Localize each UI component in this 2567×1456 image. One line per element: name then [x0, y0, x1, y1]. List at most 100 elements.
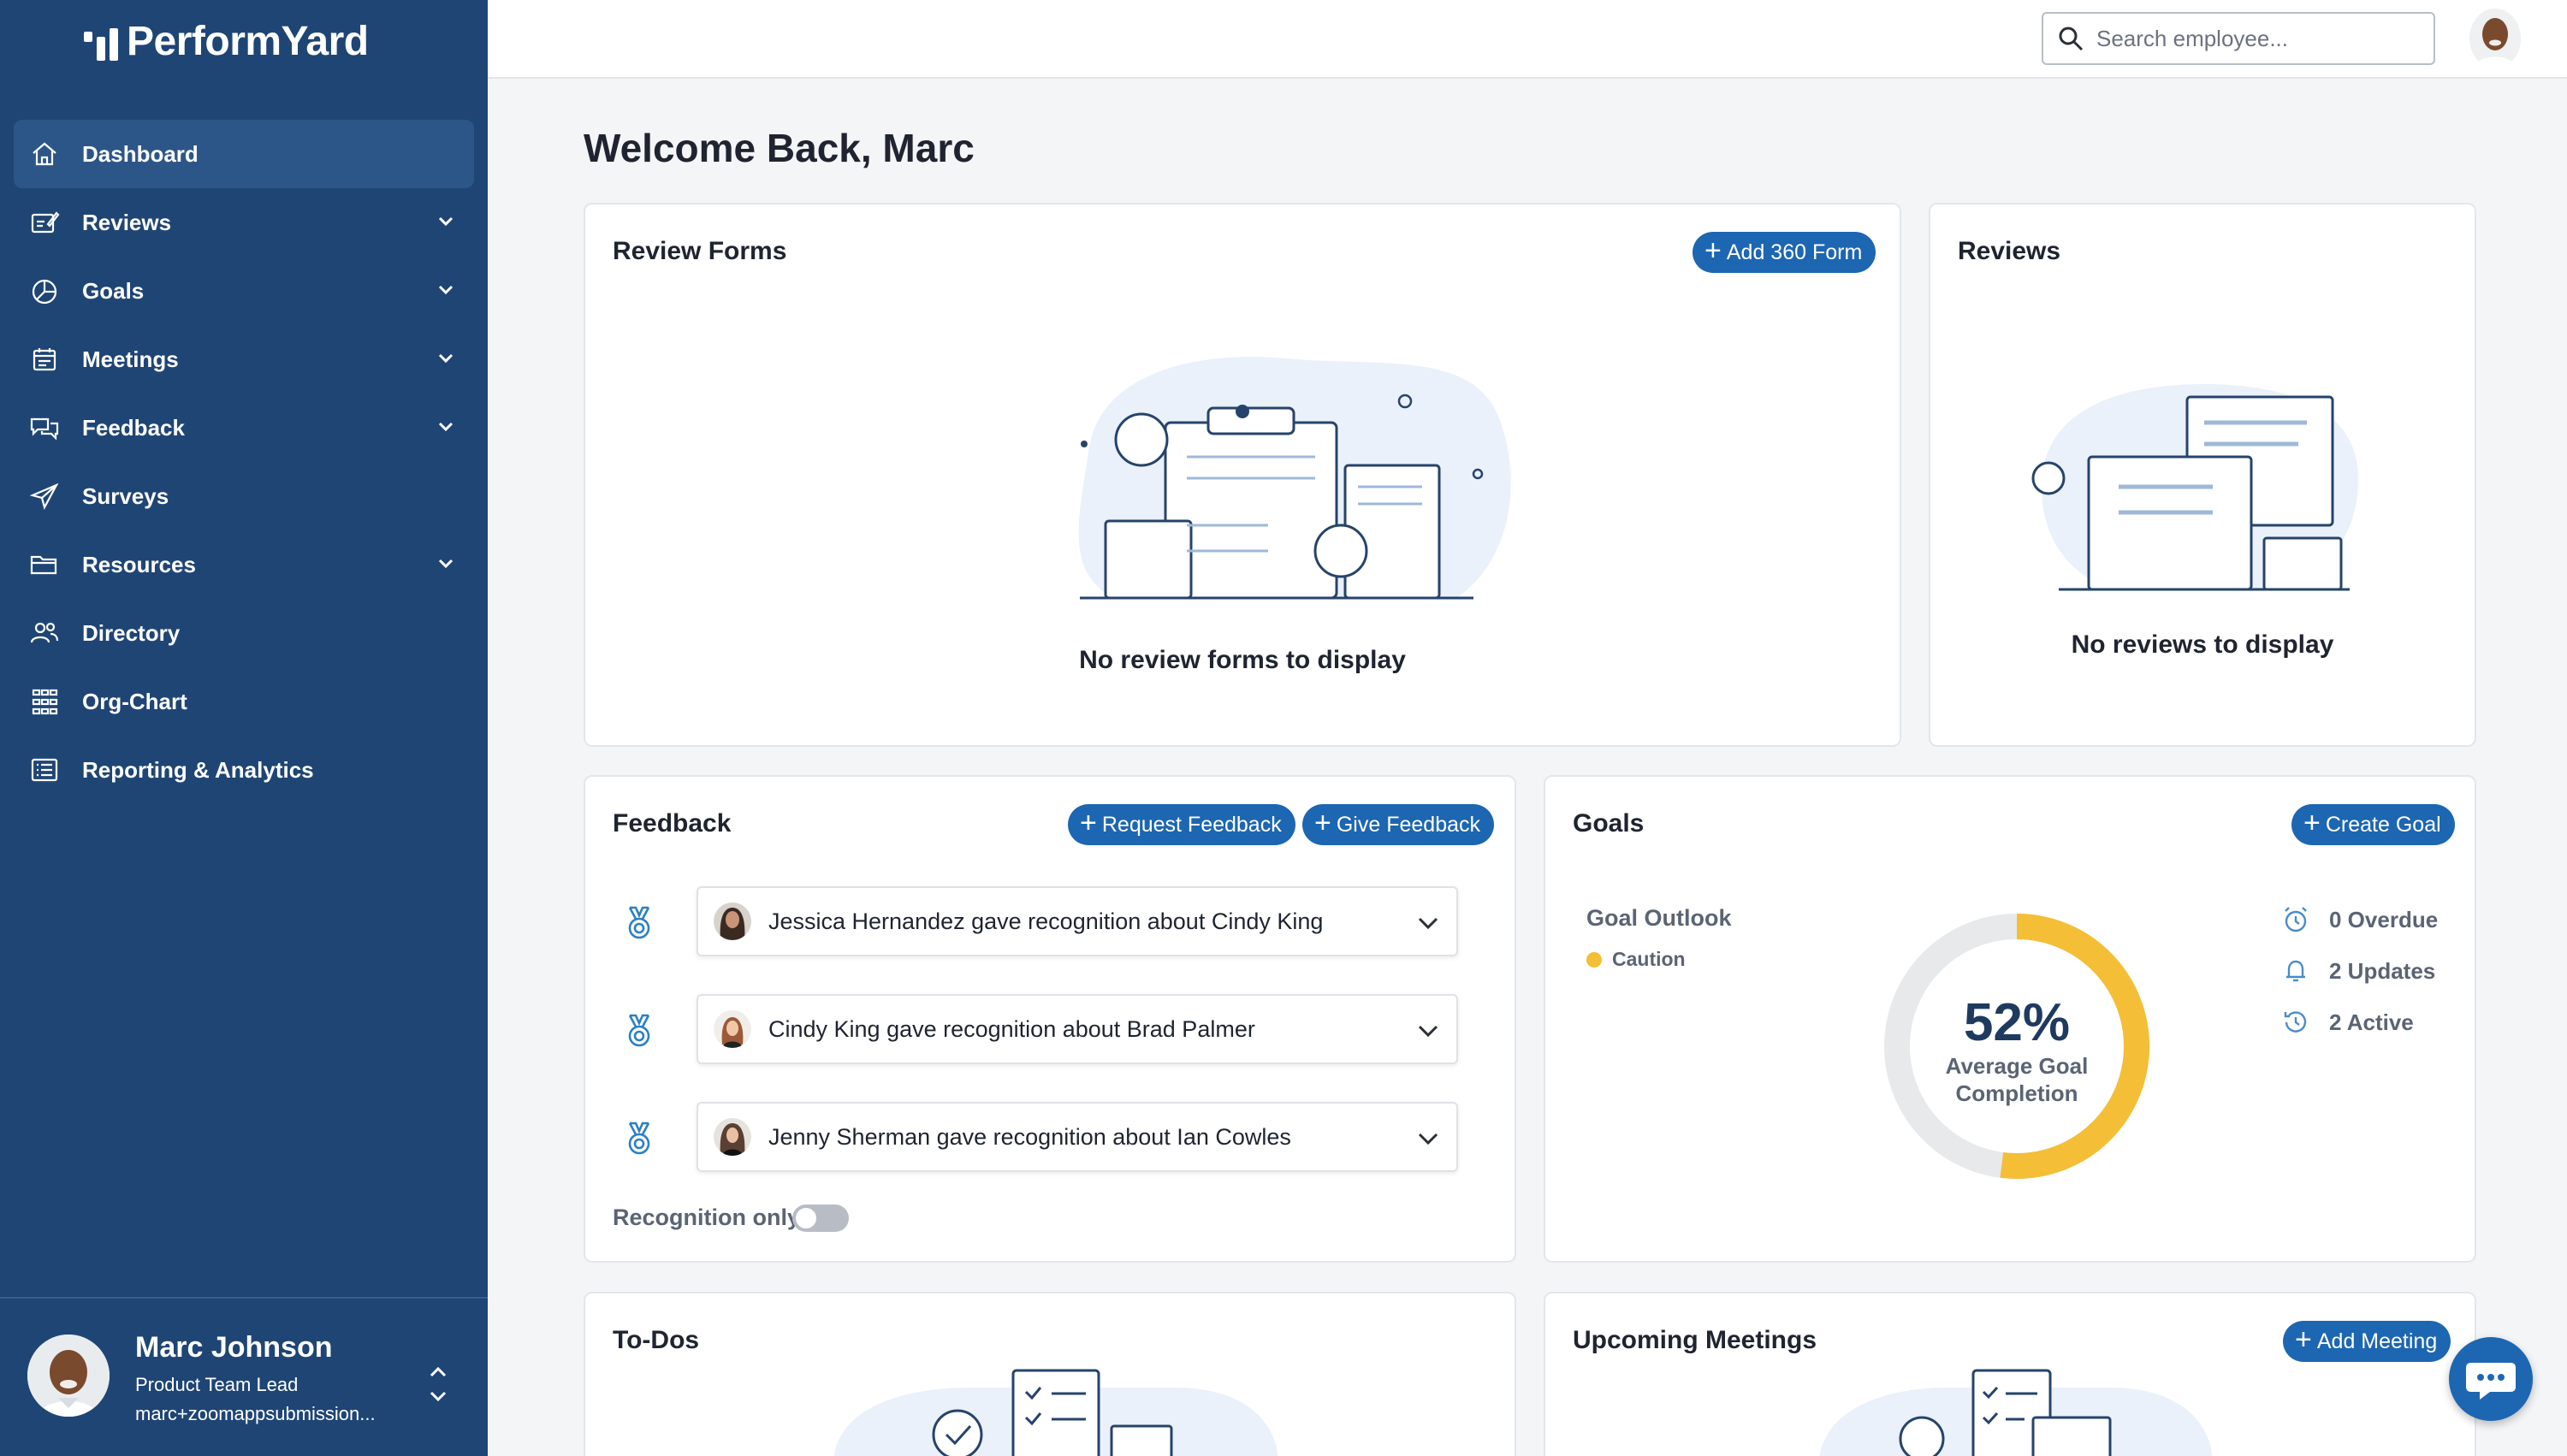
medal-icon [628, 1014, 650, 1047]
sidebar-item-meetings[interactable]: Meetings [14, 325, 474, 394]
sidebar-item-label: Surveys [82, 482, 169, 509]
create-goal-button[interactable]: + Create Goal [2291, 804, 2455, 845]
give-feedback-button[interactable]: + Give Feedback [1302, 804, 1494, 845]
user-email: marc+zoomappsubmission... [135, 1403, 376, 1424]
folder-icon [30, 555, 57, 575]
sidebar-item-label: Directory [82, 619, 181, 646]
goal-outlook-status: Caution [1586, 948, 1686, 971]
avatar[interactable] [2469, 9, 2521, 68]
sidebar-nav: Dashboard Reviews Goals Meetings Feedbac… [14, 120, 474, 804]
todos-illustration [833, 1369, 1278, 1456]
search-box[interactable] [2042, 12, 2435, 65]
goal-stat-active[interactable]: 2 Active [2281, 1008, 2414, 1037]
add-360-form-button[interactable]: + Add 360 Form [1693, 232, 1876, 273]
sidebar-item-label: Dashboard [82, 140, 199, 167]
request-feedback-button[interactable]: + Request Feedback [1068, 804, 1295, 845]
sidebar-item-label: Meetings [82, 346, 179, 372]
card-title: To-Dos [613, 1326, 700, 1354]
sidebar-item-reviews[interactable]: Reviews [14, 188, 474, 257]
plus-icon: + [1080, 807, 1097, 839]
sidebar-item-goals[interactable]: Goals [14, 257, 474, 325]
chat-bubbles-icon [30, 417, 59, 441]
button-label: Give Feedback [1336, 812, 1480, 837]
home-icon [33, 142, 56, 166]
goal-stat-label: 2 Active [2329, 1009, 2414, 1035]
plus-icon: + [2303, 807, 2321, 839]
user-title: Product Team Lead [135, 1374, 299, 1395]
sidebar-item-resources[interactable]: Resources [14, 530, 474, 599]
sidebar-item-label: Reporting & Analytics [82, 756, 314, 783]
plus-icon: + [1314, 807, 1331, 839]
reviews-card: Reviews No reviews to display [1929, 203, 2476, 747]
card-title: Reviews [1958, 237, 2061, 265]
card-title: Review Forms [613, 237, 787, 265]
plus-icon: + [1704, 234, 1722, 267]
caution-dot-icon [1586, 951, 1602, 968]
sidebar-item-label: Goals [82, 277, 145, 304]
history-icon [2284, 1011, 2307, 1033]
feedback-item-text: Cindy King gave recognition about Brad P… [768, 1015, 1255, 1042]
pie-chart-icon [32, 279, 57, 305]
org-chart-icon [32, 689, 58, 715]
report-icon [31, 758, 58, 782]
completion-label: Average Goal Completion [1876, 1052, 2158, 1107]
card-title: Goals [1573, 809, 1645, 837]
alarm-clock-icon [2285, 907, 2307, 932]
chevron-down-icon[interactable] [1415, 912, 1441, 934]
chat-support-button[interactable] [2449, 1337, 2533, 1421]
completion-label-line-1: Average Goal [1945, 1053, 2089, 1079]
search-input[interactable] [2096, 25, 2422, 52]
sidebar-item-label: Org-Chart [82, 688, 187, 714]
recognition-only-toggle[interactable] [792, 1204, 849, 1232]
logo-text: PerformYard [127, 18, 369, 64]
sidebar-item-directory[interactable]: Directory [14, 599, 474, 667]
sidebar-item-label: Resources [82, 551, 196, 577]
button-label: Add 360 Form [1726, 240, 1863, 264]
chevron-down-icon[interactable] [1415, 1128, 1441, 1150]
avatar [27, 1335, 110, 1417]
feedback-item[interactable]: Jessica Hernandez gave recognition about… [697, 886, 1458, 956]
sidebar-item-org-chart[interactable]: Org-Chart [14, 667, 474, 736]
review-icon [31, 211, 60, 234]
button-label: Add Meeting [2316, 1329, 2438, 1353]
feedback-item[interactable]: Cindy King gave recognition about Brad P… [697, 994, 1458, 1064]
empty-state-text: No review forms to display [1079, 646, 1406, 674]
sidebar-item-label: Feedback [82, 414, 185, 441]
chevron-down-icon[interactable] [1415, 1020, 1441, 1042]
chevron-down-icon [438, 422, 454, 432]
empty-review-forms-illustration [1078, 357, 1511, 600]
button-label: Create Goal [2325, 812, 2441, 837]
logo-mark-icon [84, 21, 118, 61]
sidebar: PerformYard Dashboard Reviews Goals Meet… [0, 0, 488, 1456]
sidebar-item-dashboard[interactable]: Dashboard [14, 120, 474, 188]
medal-icon [628, 906, 650, 939]
sidebar-item-feedback[interactable]: Feedback [14, 394, 474, 462]
chevron-up-down-icon[interactable] [426, 1358, 450, 1410]
chevron-down-icon [438, 216, 454, 227]
bell-icon [2286, 960, 2305, 982]
sidebar-item-surveys[interactable]: Surveys [14, 462, 474, 530]
avatar [714, 1118, 751, 1156]
performyard-logo[interactable]: PerformYard [84, 17, 369, 65]
empty-reviews-illustration [2031, 384, 2358, 591]
completion-percent: 52% [1963, 993, 2071, 1052]
goal-stat-label: 2 Updates [2329, 957, 2436, 984]
sidebar-user-profile[interactable]: Marc Johnson Product Team Lead marc+zoom… [0, 1297, 488, 1456]
feedback-item[interactable]: Jenny Sherman gave recognition about Ian… [697, 1102, 1458, 1172]
todos-card: To-Dos [584, 1292, 1516, 1456]
goal-stat-updates[interactable]: 2 Updates [2281, 956, 2435, 985]
medal-icon [628, 1122, 650, 1155]
sidebar-item-reporting-analytics[interactable]: Reporting & Analytics [14, 736, 474, 804]
page-title: Welcome Back, Marc [584, 126, 975, 170]
completion-label-line-2: Completion [1955, 1080, 2078, 1106]
chevron-down-icon [438, 559, 454, 569]
top-bar [488, 0, 2567, 79]
add-meeting-button[interactable]: + Add Meeting [2283, 1321, 2451, 1362]
goal-outlook-status-text: Caution [1612, 948, 1686, 970]
goal-outlook-label: Goal Outlook [1586, 905, 1732, 931]
chat-bubble-icon [2466, 1363, 2516, 1400]
recognition-only-label: Recognition only [613, 1204, 800, 1230]
goal-stat-overdue[interactable]: 0 Overdue [2281, 905, 2438, 934]
sidebar-item-label: Reviews [82, 209, 172, 235]
card-title: Upcoming Meetings [1573, 1326, 1817, 1354]
